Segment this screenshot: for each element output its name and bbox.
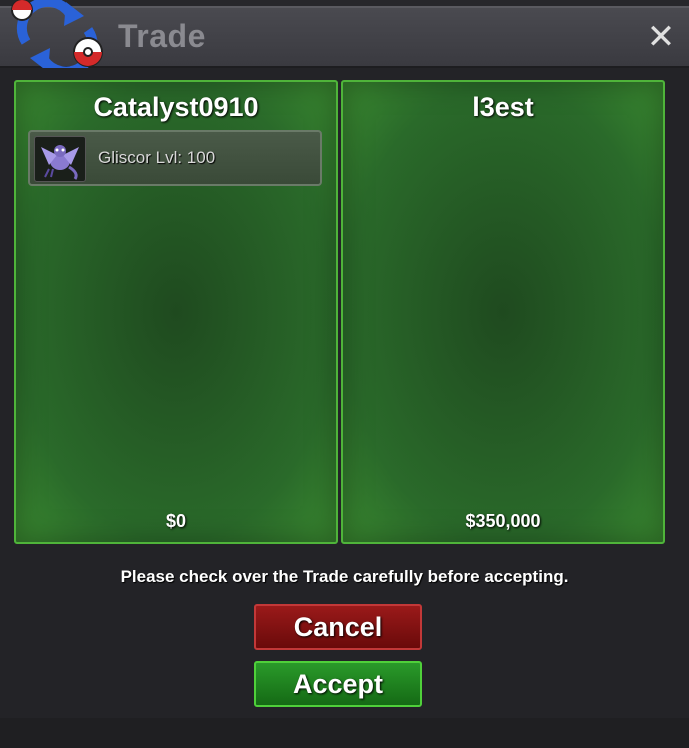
trade-notice-text: Please check over the Trade carefully be… bbox=[120, 567, 569, 586]
trade-logo-icon bbox=[8, 0, 108, 77]
cancel-button[interactable]: Cancel bbox=[254, 604, 422, 650]
accept-button[interactable]: Accept bbox=[254, 661, 422, 707]
close-button[interactable]: ✕ bbox=[644, 20, 678, 54]
window-title: Trade bbox=[118, 18, 206, 54]
left-player-name: Catalyst0910 bbox=[93, 92, 259, 122]
offered-pokemon-item[interactable]: Gliscor Lvl: 100 bbox=[28, 130, 322, 186]
gliscor-sprite-icon bbox=[34, 136, 86, 182]
left-offer-panel: Catalyst0910 Gliscor Lvl: 100 $0 bbox=[14, 80, 338, 544]
pokemon-name-level: Gliscor Lvl: 100 bbox=[98, 148, 216, 167]
right-money-amount: $350,000 bbox=[465, 511, 541, 531]
right-offer-panel: l3est $350,000 bbox=[341, 80, 665, 544]
left-money-amount: $0 bbox=[165, 511, 187, 531]
right-player-name: l3est bbox=[472, 92, 534, 122]
bottom-edge bbox=[0, 718, 689, 748]
trade-window: Trade ✕ Catalyst0910 Gliscor Lvl: 100 $0… bbox=[0, 0, 689, 748]
